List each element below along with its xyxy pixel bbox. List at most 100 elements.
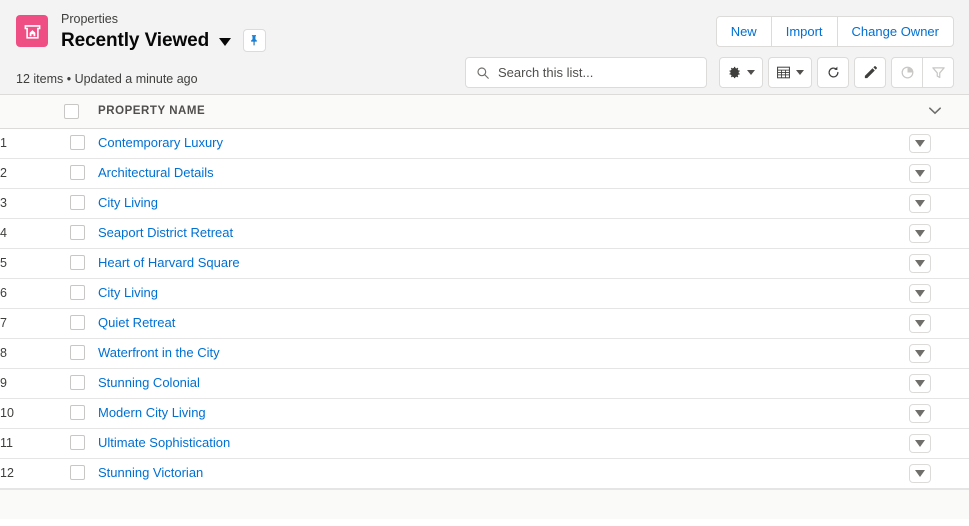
- row-actions-cell[interactable]: [909, 308, 969, 338]
- row-checkbox[interactable]: [70, 135, 85, 151]
- row-checkbox[interactable]: [70, 195, 85, 211]
- row-checkbox[interactable]: [70, 405, 85, 421]
- row-actions-button[interactable]: [909, 403, 931, 423]
- property-name-cell[interactable]: Ultimate Sophistication: [96, 428, 909, 458]
- list-view-controls-button[interactable]: [719, 57, 763, 88]
- row-select-cell[interactable]: [48, 308, 96, 338]
- property-name-cell[interactable]: Quiet Retreat: [96, 308, 909, 338]
- property-name-link[interactable]: Waterfront in the City: [96, 345, 220, 360]
- property-name-link[interactable]: Modern City Living: [96, 405, 206, 420]
- property-name-link[interactable]: Stunning Colonial: [96, 375, 200, 390]
- row-checkbox[interactable]: [70, 435, 85, 451]
- table-row[interactable]: 3 City Living: [0, 188, 969, 218]
- row-select-cell[interactable]: [48, 158, 96, 188]
- table-row[interactable]: 10 Modern City Living: [0, 398, 969, 428]
- row-checkbox[interactable]: [70, 165, 85, 181]
- row-select-cell[interactable]: [48, 248, 96, 278]
- property-name-link[interactable]: Ultimate Sophistication: [96, 435, 230, 450]
- caret-down-icon: [915, 289, 925, 297]
- row-actions-cell[interactable]: [909, 128, 969, 158]
- row-actions-button[interactable]: [909, 343, 931, 363]
- row-actions-cell[interactable]: [909, 458, 969, 488]
- row-checkbox[interactable]: [70, 255, 85, 271]
- refresh-button[interactable]: [817, 57, 849, 88]
- table-row[interactable]: 7 Quiet Retreat: [0, 308, 969, 338]
- row-checkbox[interactable]: [70, 375, 85, 391]
- row-select-cell[interactable]: [48, 218, 96, 248]
- property-name-link[interactable]: City Living: [96, 285, 158, 300]
- table-row[interactable]: 2 Architectural Details: [0, 158, 969, 188]
- row-actions-button[interactable]: [909, 223, 931, 243]
- chevron-down-icon[interactable]: [909, 106, 969, 116]
- property-name-cell[interactable]: Heart of Harvard Square: [96, 248, 909, 278]
- property-name-link[interactable]: Heart of Harvard Square: [96, 255, 240, 270]
- row-checkbox[interactable]: [70, 465, 85, 481]
- property-name-header[interactable]: Property Name: [96, 95, 909, 129]
- row-actions-cell[interactable]: [909, 428, 969, 458]
- property-name-link[interactable]: Architectural Details: [96, 165, 214, 180]
- search-input[interactable]: [498, 65, 698, 80]
- chevron-down-icon[interactable]: [219, 38, 232, 46]
- property-name-cell[interactable]: City Living: [96, 188, 909, 218]
- row-actions-cell[interactable]: [909, 398, 969, 428]
- property-name-link[interactable]: Seaport District Retreat: [96, 225, 233, 240]
- search-box[interactable]: [465, 57, 707, 88]
- property-name-cell[interactable]: Stunning Colonial: [96, 368, 909, 398]
- table-row[interactable]: 8 Waterfront in the City: [0, 338, 969, 368]
- property-name-link[interactable]: Quiet Retreat: [96, 315, 175, 330]
- import-button[interactable]: Import: [770, 16, 838, 47]
- row-checkbox[interactable]: [70, 225, 85, 241]
- row-select-cell[interactable]: [48, 428, 96, 458]
- row-checkbox[interactable]: [70, 315, 85, 331]
- row-select-cell[interactable]: [48, 188, 96, 218]
- row-actions-cell[interactable]: [909, 158, 969, 188]
- row-actions-button[interactable]: [909, 463, 931, 483]
- property-name-cell[interactable]: Modern City Living: [96, 398, 909, 428]
- row-actions-button[interactable]: [909, 253, 931, 273]
- row-actions-button[interactable]: [909, 163, 931, 183]
- change-owner-button[interactable]: Change Owner: [836, 16, 954, 47]
- table-row[interactable]: 5 Heart of Harvard Square: [0, 248, 969, 278]
- pin-button[interactable]: [243, 29, 267, 52]
- property-name-cell[interactable]: Stunning Victorian: [96, 458, 909, 488]
- column-actions-header[interactable]: [909, 95, 969, 129]
- row-checkbox[interactable]: [70, 285, 85, 301]
- row-select-cell[interactable]: [48, 338, 96, 368]
- table-row[interactable]: 9 Stunning Colonial: [0, 368, 969, 398]
- row-actions-button[interactable]: [909, 133, 931, 153]
- display-as-button[interactable]: [768, 57, 812, 88]
- row-select-cell[interactable]: [48, 278, 96, 308]
- row-actions-cell[interactable]: [909, 188, 969, 218]
- table-row[interactable]: 12 Stunning Victorian: [0, 458, 969, 488]
- row-select-cell[interactable]: [48, 398, 96, 428]
- table-row[interactable]: 4 Seaport District Retreat: [0, 218, 969, 248]
- table-row[interactable]: 1 Contemporary Luxury: [0, 128, 969, 158]
- row-actions-button[interactable]: [909, 373, 931, 393]
- row-actions-cell[interactable]: [909, 338, 969, 368]
- table-row[interactable]: 11 Ultimate Sophistication: [0, 428, 969, 458]
- row-actions-cell[interactable]: [909, 218, 969, 248]
- edit-button[interactable]: [854, 57, 886, 88]
- row-actions-button[interactable]: [909, 283, 931, 303]
- row-actions-button[interactable]: [909, 433, 931, 453]
- property-name-cell[interactable]: Contemporary Luxury: [96, 128, 909, 158]
- property-name-cell[interactable]: Seaport District Retreat: [96, 218, 909, 248]
- row-actions-button[interactable]: [909, 313, 931, 333]
- row-select-cell[interactable]: [48, 458, 96, 488]
- row-select-cell[interactable]: [48, 128, 96, 158]
- row-select-cell[interactable]: [48, 368, 96, 398]
- property-name-cell[interactable]: Architectural Details: [96, 158, 909, 188]
- row-actions-cell[interactable]: [909, 368, 969, 398]
- property-name-link[interactable]: City Living: [96, 195, 158, 210]
- new-button[interactable]: New: [715, 16, 772, 47]
- property-name-cell[interactable]: Waterfront in the City: [96, 338, 909, 368]
- row-actions-cell[interactable]: [909, 278, 969, 308]
- property-name-link[interactable]: Contemporary Luxury: [96, 135, 223, 150]
- table-row[interactable]: 6 City Living: [0, 278, 969, 308]
- row-actions-button[interactable]: [909, 193, 931, 213]
- property-name-cell[interactable]: City Living: [96, 278, 909, 308]
- property-name-link[interactable]: Stunning Victorian: [96, 465, 203, 480]
- row-actions-cell[interactable]: [909, 248, 969, 278]
- select-all-checkbox[interactable]: [64, 103, 79, 119]
- row-checkbox[interactable]: [70, 345, 85, 361]
